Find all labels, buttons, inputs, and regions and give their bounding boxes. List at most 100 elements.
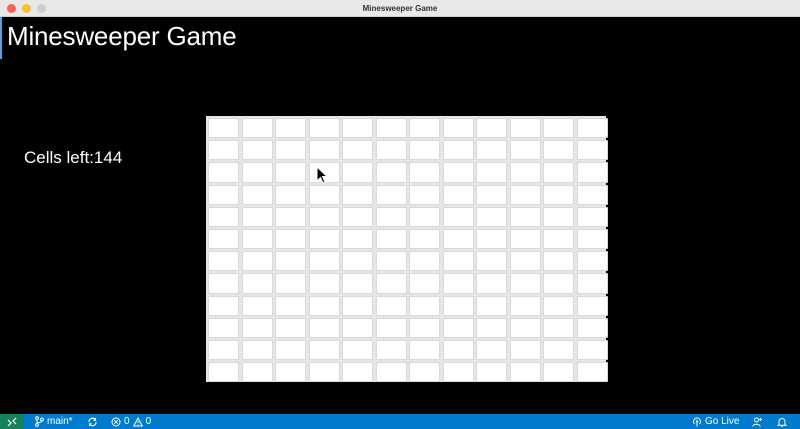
board-cell[interactable]	[409, 362, 440, 383]
board-cell[interactable]	[342, 206, 373, 227]
board-cell[interactable]	[275, 317, 306, 338]
board-cell[interactable]	[576, 228, 608, 250]
board-cell[interactable]	[241, 162, 273, 183]
board-cell[interactable]	[442, 317, 474, 338]
board-cell[interactable]	[509, 184, 541, 205]
board-cell[interactable]	[342, 228, 373, 250]
board-cell[interactable]	[442, 362, 474, 383]
board-cell[interactable]	[442, 140, 474, 161]
board-cell[interactable]	[375, 251, 407, 272]
board-cell[interactable]	[409, 339, 440, 361]
board-cell[interactable]	[442, 251, 474, 272]
branch-indicator[interactable]: main*	[34, 414, 73, 429]
board-cell[interactable]	[308, 273, 340, 294]
close-window-button[interactable]	[7, 4, 16, 13]
board-cell[interactable]	[308, 140, 340, 161]
board-cell[interactable]	[275, 273, 306, 294]
board-cell[interactable]	[342, 273, 373, 294]
board-cell[interactable]	[442, 228, 474, 250]
board-cell[interactable]	[442, 162, 474, 183]
board-cell[interactable]	[543, 184, 574, 205]
zoom-window-button[interactable]	[37, 4, 46, 13]
board-cell[interactable]	[476, 295, 507, 316]
board-cell[interactable]	[208, 317, 239, 338]
board-cell[interactable]	[576, 184, 608, 205]
board-cell[interactable]	[409, 228, 440, 250]
board-cell[interactable]	[509, 162, 541, 183]
board-cell[interactable]	[476, 162, 507, 183]
board-cell[interactable]	[241, 362, 273, 383]
board-cell[interactable]	[476, 362, 507, 383]
board-cell[interactable]	[509, 295, 541, 316]
board-cell[interactable]	[576, 273, 608, 294]
board-cell[interactable]	[241, 339, 273, 361]
board-cell[interactable]	[275, 362, 306, 383]
board-cell[interactable]	[208, 184, 239, 205]
board-cell[interactable]	[442, 339, 474, 361]
board-cell[interactable]	[208, 362, 239, 383]
board-cell[interactable]	[375, 228, 407, 250]
board-cell[interactable]	[543, 206, 574, 227]
accounts-button[interactable]	[752, 414, 763, 429]
board-cell[interactable]	[342, 140, 373, 161]
notifications-button[interactable]	[777, 414, 787, 429]
board-cell[interactable]	[576, 118, 608, 139]
board-cell[interactable]	[543, 140, 574, 161]
board-cell[interactable]	[509, 118, 541, 139]
board-cell[interactable]	[308, 206, 340, 227]
board-cell[interactable]	[375, 273, 407, 294]
board-cell[interactable]	[543, 118, 574, 139]
board-cell[interactable]	[208, 339, 239, 361]
go-live-button[interactable]: Go Live	[692, 414, 739, 429]
board-cell[interactable]	[308, 295, 340, 316]
board-cell[interactable]	[576, 317, 608, 338]
board-cell[interactable]	[409, 206, 440, 227]
board-cell[interactable]	[275, 339, 306, 361]
board-cell[interactable]	[576, 251, 608, 272]
board-cell[interactable]	[241, 295, 273, 316]
board-cell[interactable]	[308, 118, 340, 139]
board-cell[interactable]	[442, 206, 474, 227]
board-cell[interactable]	[308, 251, 340, 272]
board-cell[interactable]	[409, 184, 440, 205]
board-cell[interactable]	[308, 184, 340, 205]
board-cell[interactable]	[342, 251, 373, 272]
board-cell[interactable]	[509, 228, 541, 250]
problems-indicator[interactable]: 0 0	[111, 414, 151, 429]
board-cell[interactable]	[476, 184, 507, 205]
remote-indicator[interactable]	[0, 414, 24, 429]
board-cell[interactable]	[476, 273, 507, 294]
board-cell[interactable]	[375, 162, 407, 183]
board-cell[interactable]	[375, 206, 407, 227]
board-cell[interactable]	[308, 339, 340, 361]
board-cell[interactable]	[275, 251, 306, 272]
board-cell[interactable]	[375, 140, 407, 161]
board-cell[interactable]	[476, 206, 507, 227]
board-cell[interactable]	[241, 317, 273, 338]
board-cell[interactable]	[409, 295, 440, 316]
board-cell[interactable]	[509, 339, 541, 361]
board-cell[interactable]	[409, 140, 440, 161]
board-cell[interactable]	[342, 295, 373, 316]
board-cell[interactable]	[308, 362, 340, 383]
board-cell[interactable]	[241, 140, 273, 161]
board-cell[interactable]	[576, 362, 608, 383]
board-cell[interactable]	[342, 162, 373, 183]
board-cell[interactable]	[576, 140, 608, 161]
board-cell[interactable]	[375, 339, 407, 361]
board-cell[interactable]	[375, 317, 407, 338]
board-cell[interactable]	[241, 184, 273, 205]
board-cell[interactable]	[275, 206, 306, 227]
board-cell[interactable]	[509, 362, 541, 383]
board-cell[interactable]	[208, 206, 239, 227]
board-cell[interactable]	[241, 251, 273, 272]
minimize-window-button[interactable]	[22, 4, 31, 13]
board-cell[interactable]	[342, 362, 373, 383]
board-cell[interactable]	[476, 317, 507, 338]
board-cell[interactable]	[576, 206, 608, 227]
board-cell[interactable]	[342, 339, 373, 361]
board-cell[interactable]	[509, 140, 541, 161]
board-cell[interactable]	[442, 184, 474, 205]
board-cell[interactable]	[208, 273, 239, 294]
board-cell[interactable]	[275, 162, 306, 183]
